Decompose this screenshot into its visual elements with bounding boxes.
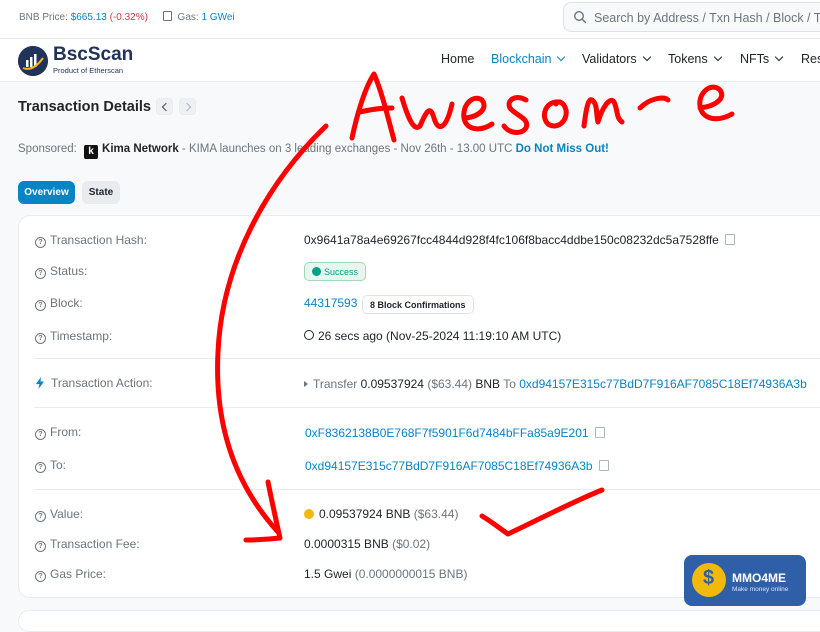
from-address: 0xF8362138B0E768F7f5901F6d7484bFFa85a9E2… [305,426,605,440]
copy-icon[interactable] [724,234,735,245]
search-placeholder: Search by Address / Txn Hash / Block / T… [594,11,820,25]
help-icon[interactable]: ? [35,237,46,248]
bnb-coin-icon [304,509,314,519]
help-icon[interactable]: ? [35,300,46,311]
tab-state[interactable]: State [82,181,120,204]
watermark-subtitle: Make money online [732,586,789,593]
nav-nfts[interactable]: NFTs [740,52,784,66]
divider [34,407,820,408]
block-number-link[interactable]: 44317593 [304,296,357,310]
divider [34,358,820,359]
timestamp-label: ? Timestamp: [35,329,112,344]
next-transaction-button[interactable] [179,98,196,115]
to-label: ? To: [35,458,66,473]
check-circle-icon [312,267,321,276]
transaction-action: Transfer 0.09537924 ($63.44) BNB To 0xd9… [304,377,807,391]
divider [34,489,820,490]
chevron-down-icon [557,52,566,62]
sponsor-cta-link[interactable]: Do Not Miss Out! [516,143,609,155]
page-title: Transaction Details [18,99,151,115]
nav-home[interactable]: Home [441,52,474,66]
help-icon[interactable]: ? [35,541,46,552]
brand-name[interactable]: BscScan [53,44,133,66]
copy-icon[interactable] [598,460,609,471]
fee-label: ? Transaction Fee: [35,537,140,552]
from-label: ? From: [35,425,81,440]
lightning-icon [36,377,44,389]
watermark-title: MMO4ME [732,571,786,585]
gas-pump-icon [162,11,172,21]
status-label: ? Status: [35,264,87,279]
block-confirmations-badge: 8 Block Confirmations [362,295,474,314]
help-icon[interactable]: ? [35,333,46,344]
copy-icon[interactable] [594,427,605,438]
more-details-card [18,610,820,632]
nav-validators[interactable]: Validators [582,52,651,66]
bnb-price-label: BNB Price: [19,12,68,23]
help-icon[interactable]: ? [35,571,46,582]
gas-info: Gas: 1 GWei [177,12,235,23]
block-label: ? Block: [35,296,83,311]
search-icon [573,10,587,24]
sponsor-name[interactable]: Kima Network [102,143,179,155]
brand-tagline: Product of Etherscan [53,66,124,75]
caret-right-icon [304,381,308,387]
hash-label: ? Transaction Hash: [35,233,147,248]
nav-blockchain[interactable]: Blockchain [491,52,566,66]
bnb-price-change: (-0.32%) [109,12,148,23]
chevron-down-icon [774,52,784,62]
bscscan-logo-icon[interactable] [18,46,48,76]
hash-value: 0x9641a78a4e69267fcc4844d928f4fc106f8bac… [304,233,735,247]
value-amount: 0.09537924 BNB ($63.44) [304,507,458,521]
help-icon[interactable]: ? [35,511,46,522]
nav-tokens[interactable]: Tokens [668,52,722,66]
kima-logo-icon: k [84,145,99,159]
to-address-link[interactable]: 0xd94157E315c77BdD7F916AF7085C18Ef74936A… [305,459,593,473]
tab-overview[interactable]: Overview [18,181,75,204]
sponsored-banner: Sponsored: k Kima Network - KIMA launches… [18,143,609,159]
chevron-down-icon [642,52,651,62]
from-address-link[interactable]: 0xF8362138B0E768F7f5901F6d7484bFFa85a9E2… [305,426,589,440]
gas-value[interactable]: 1 GWei [201,12,234,23]
bnb-price: BNB Price: $665.13 (-0.32%) Gas: 1 GWei [19,11,235,23]
help-icon[interactable]: ? [35,268,46,279]
dollar-sign-icon: $ [703,567,715,589]
status-badge: Success [304,262,367,281]
action-label: Transaction Action: [35,376,153,390]
clock-icon [304,330,314,340]
help-icon[interactable]: ? [35,429,46,440]
gas-price-value: 1.5 Gwei (0.0000000015 BNB) [304,567,468,581]
value-label: ? Value: [35,507,83,522]
to-address: 0xd94157E315c77BdD7F916AF7085C18Ef74936A… [305,459,609,473]
help-icon[interactable]: ? [35,462,46,473]
chevron-right-icon [182,102,192,112]
action-address-link[interactable]: 0xd94157E315c77BdD7F916AF7085C18Ef74936A… [519,377,807,391]
search-input[interactable]: Search by Address / Txn Hash / Block / T… [563,2,820,32]
gas-price-label: ? Gas Price: [35,567,106,582]
chevron-down-icon [713,52,722,62]
nav-resources[interactable]: Res [801,52,820,66]
bnb-price-value: $665.13 [70,12,107,23]
fee-amount: 0.0000315 BNB ($0.02) [304,537,431,551]
timestamp-value: 26 secs ago (Nov-25-2024 11:19:10 AM UTC… [304,329,561,343]
prev-transaction-button[interactable] [156,98,173,115]
chevron-left-icon [161,102,171,112]
